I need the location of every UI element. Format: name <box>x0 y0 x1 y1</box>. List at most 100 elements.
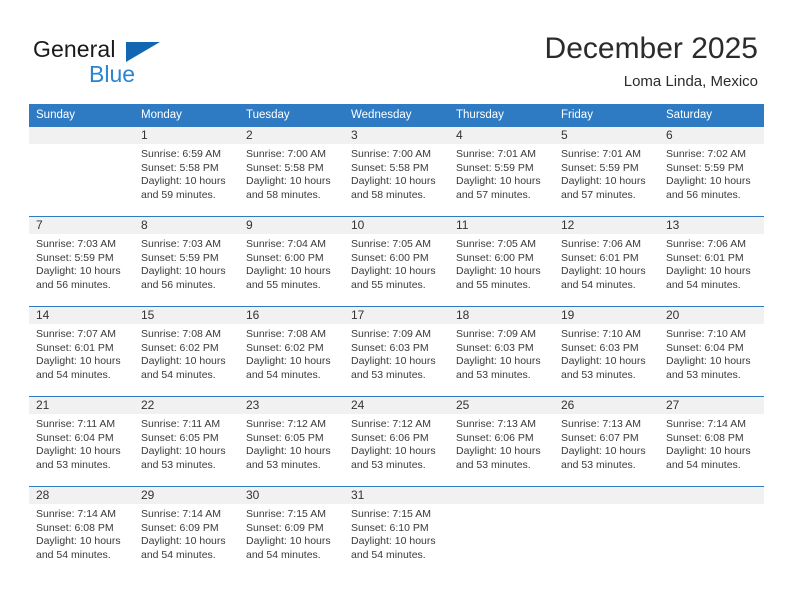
general-blue-logo[interactable]: General Blue <box>33 36 253 92</box>
day-cell[interactable]: 7 Sunrise: 7:03 AM Sunset: 5:59 PM Daylight… <box>29 216 134 307</box>
day-cell[interactable]: 1 Sunrise: 6:59 AM Sunset: 5:58 PM Daylight… <box>134 126 239 217</box>
day-cell[interactable]: 4 Sunrise: 7:01 AM Sunset: 5:59 PM Daylight… <box>449 126 554 217</box>
day-cell[interactable]: 26 Sunrise: 7:13 AM Sunset: 6:07 PM Dayligh… <box>554 396 659 487</box>
sunset-text: Sunset: 6:02 PM <box>141 341 219 354</box>
day-number: 10 <box>344 217 449 234</box>
sunrise-text: Sunrise: 7:08 AM <box>141 328 221 340</box>
daylight-text: and 53 minutes. <box>36 458 111 471</box>
day-cell[interactable]: 31 Sunrise: 7:15 AM Sunset: 6:10 PM Dayligh… <box>344 486 449 576</box>
daylight-text: and 53 minutes. <box>666 368 741 381</box>
sunrise-text: Sunrise: 7:14 AM <box>36 508 116 520</box>
day-cell[interactable]: 23 Sunrise: 7:12 AM Sunset: 6:05 PM Dayligh… <box>239 396 344 487</box>
day-cell[interactable]: 17 Sunrise: 7:09 AM Sunset: 6:03 PM Dayligh… <box>344 306 449 397</box>
day-info: Sunrise: 7:00 AM Sunset: 5:58 PM Daylight:… <box>344 144 449 202</box>
day-number: 25 <box>449 397 554 414</box>
day-number: 31 <box>344 487 449 504</box>
sunset-text: Sunset: 6:06 PM <box>456 431 534 444</box>
day-cell[interactable]: 6 Sunrise: 7:02 AM Sunset: 5:59 PM Daylight… <box>659 126 764 217</box>
sunset-text: Sunset: 6:04 PM <box>36 431 114 444</box>
daylight-text: Daylight: 10 hours <box>141 175 226 188</box>
day-info: Sunrise: 6:59 AM Sunset: 5:58 PM Daylight:… <box>134 144 239 202</box>
day-info: Sunrise: 7:11 AM Sunset: 6:04 PM Daylight:… <box>29 414 134 472</box>
daylight-text: Daylight: 10 hours <box>561 355 646 368</box>
day-info: Sunrise: 7:04 AM Sunset: 6:00 PM Daylight:… <box>239 234 344 292</box>
sunset-text: Sunset: 6:00 PM <box>456 251 534 264</box>
day-cell[interactable]: 10 Sunrise: 7:05 AM Sunset: 6:00 PM Dayligh… <box>344 216 449 307</box>
day-cell[interactable]: 24 Sunrise: 7:12 AM Sunset: 6:06 PM Dayligh… <box>344 396 449 487</box>
sunrise-text: Sunrise: 7:12 AM <box>351 418 431 430</box>
daylight-text: and 55 minutes. <box>456 278 531 291</box>
sunset-text: Sunset: 5:59 PM <box>666 161 744 174</box>
daylight-text: Daylight: 10 hours <box>36 535 121 548</box>
sunset-text: Sunset: 5:59 PM <box>141 251 219 264</box>
sunset-text: Sunset: 6:05 PM <box>246 431 324 444</box>
daylight-text: Daylight: 10 hours <box>36 355 121 368</box>
day-cell[interactable]: 15 Sunrise: 7:08 AM Sunset: 6:02 PM Dayligh… <box>134 306 239 397</box>
day-number: 21 <box>29 397 134 414</box>
week-row: 7 Sunrise: 7:03 AM Sunset: 5:59 PM Daylight… <box>29 216 764 307</box>
daylight-text: and 53 minutes. <box>141 458 216 471</box>
day-cell[interactable]: 21 Sunrise: 7:11 AM Sunset: 6:04 PM Dayligh… <box>29 396 134 487</box>
week-row: 28 Sunrise: 7:14 AM Sunset: 6:08 PM Dayligh… <box>29 486 764 576</box>
sunset-text: Sunset: 6:06 PM <box>351 431 429 444</box>
daylight-text: Daylight: 10 hours <box>141 445 226 458</box>
day-info: Sunrise: 7:09 AM Sunset: 6:03 PM Daylight:… <box>344 324 449 382</box>
day-cell[interactable]: 12 Sunrise: 7:06 AM Sunset: 6:01 PM Dayligh… <box>554 216 659 307</box>
day-number: 15 <box>134 307 239 324</box>
daylight-text: and 53 minutes. <box>456 458 531 471</box>
masthead: General Blue December 2025 Loma Linda, M… <box>0 0 792 104</box>
day-cell-empty <box>659 486 764 576</box>
daylight-text: and 56 minutes. <box>666 188 741 201</box>
day-number: 1 <box>134 127 239 144</box>
day-number: 20 <box>659 307 764 324</box>
day-cell[interactable]: 3 Sunrise: 7:00 AM Sunset: 5:58 PM Daylight… <box>344 126 449 217</box>
day-cell[interactable]: 8 Sunrise: 7:03 AM Sunset: 5:59 PM Daylight… <box>134 216 239 307</box>
sunrise-text: Sunrise: 7:12 AM <box>246 418 326 430</box>
day-cell[interactable]: 29 Sunrise: 7:14 AM Sunset: 6:09 PM Dayligh… <box>134 486 239 576</box>
sunset-text: Sunset: 6:01 PM <box>666 251 744 264</box>
day-number <box>554 487 659 504</box>
day-cell[interactable]: 27 Sunrise: 7:14 AM Sunset: 6:08 PM Dayligh… <box>659 396 764 487</box>
day-number: 9 <box>239 217 344 234</box>
sunrise-text: Sunrise: 7:13 AM <box>456 418 536 430</box>
day-cell[interactable]: 5 Sunrise: 7:01 AM Sunset: 5:59 PM Daylight… <box>554 126 659 217</box>
weekday-header-wednesday: Wednesday <box>344 104 449 127</box>
day-number: 12 <box>554 217 659 234</box>
sunset-text: Sunset: 6:09 PM <box>246 521 324 534</box>
daylight-text: and 53 minutes. <box>561 368 636 381</box>
daylight-text: Daylight: 10 hours <box>141 535 226 548</box>
sunset-text: Sunset: 6:07 PM <box>561 431 639 444</box>
day-cell[interactable]: 14 Sunrise: 7:07 AM Sunset: 6:01 PM Dayligh… <box>29 306 134 397</box>
sunset-text: Sunset: 5:59 PM <box>36 251 114 264</box>
daylight-text: Daylight: 10 hours <box>246 445 331 458</box>
day-number: 19 <box>554 307 659 324</box>
day-cell[interactable]: 28 Sunrise: 7:14 AM Sunset: 6:08 PM Dayligh… <box>29 486 134 576</box>
daylight-text: and 54 minutes. <box>36 548 111 561</box>
daylight-text: and 54 minutes. <box>246 368 321 381</box>
day-cell[interactable]: 30 Sunrise: 7:15 AM Sunset: 6:09 PM Dayligh… <box>239 486 344 576</box>
day-cell[interactable]: 11 Sunrise: 7:05 AM Sunset: 6:00 PM Dayligh… <box>449 216 554 307</box>
day-cell[interactable]: 25 Sunrise: 7:13 AM Sunset: 6:06 PM Dayligh… <box>449 396 554 487</box>
day-cell[interactable]: 13 Sunrise: 7:06 AM Sunset: 6:01 PM Dayligh… <box>659 216 764 307</box>
day-cell[interactable]: 16 Sunrise: 7:08 AM Sunset: 6:02 PM Dayligh… <box>239 306 344 397</box>
day-cell[interactable]: 19 Sunrise: 7:10 AM Sunset: 6:03 PM Dayligh… <box>554 306 659 397</box>
triangle-icon <box>126 42 160 62</box>
calendar-page: General Blue December 2025 Loma Linda, M… <box>0 0 792 612</box>
day-cell[interactable]: 22 Sunrise: 7:11 AM Sunset: 6:05 PM Dayligh… <box>134 396 239 487</box>
daylight-text: Daylight: 10 hours <box>246 535 331 548</box>
daylight-text: and 53 minutes. <box>351 368 426 381</box>
sunrise-text: Sunrise: 7:14 AM <box>666 418 746 430</box>
sunrise-text: Sunrise: 7:06 AM <box>666 238 746 250</box>
day-cell[interactable]: 18 Sunrise: 7:09 AM Sunset: 6:03 PM Dayligh… <box>449 306 554 397</box>
day-info: Sunrise: 7:08 AM Sunset: 6:02 PM Daylight:… <box>134 324 239 382</box>
day-cell[interactable]: 9 Sunrise: 7:04 AM Sunset: 6:00 PM Daylight… <box>239 216 344 307</box>
sunrise-text: Sunrise: 7:10 AM <box>561 328 641 340</box>
sunrise-text: Sunrise: 7:11 AM <box>36 418 116 430</box>
day-cell[interactable]: 20 Sunrise: 7:10 AM Sunset: 6:04 PM Dayligh… <box>659 306 764 397</box>
day-info: Sunrise: 7:15 AM Sunset: 6:10 PM Daylight:… <box>344 504 449 562</box>
day-cell[interactable]: 2 Sunrise: 7:00 AM Sunset: 5:58 PM Daylight… <box>239 126 344 217</box>
day-number: 14 <box>29 307 134 324</box>
sunrise-text: Sunrise: 7:05 AM <box>456 238 536 250</box>
day-info: Sunrise: 7:01 AM Sunset: 5:59 PM Daylight:… <box>449 144 554 202</box>
sunset-text: Sunset: 6:04 PM <box>666 341 744 354</box>
